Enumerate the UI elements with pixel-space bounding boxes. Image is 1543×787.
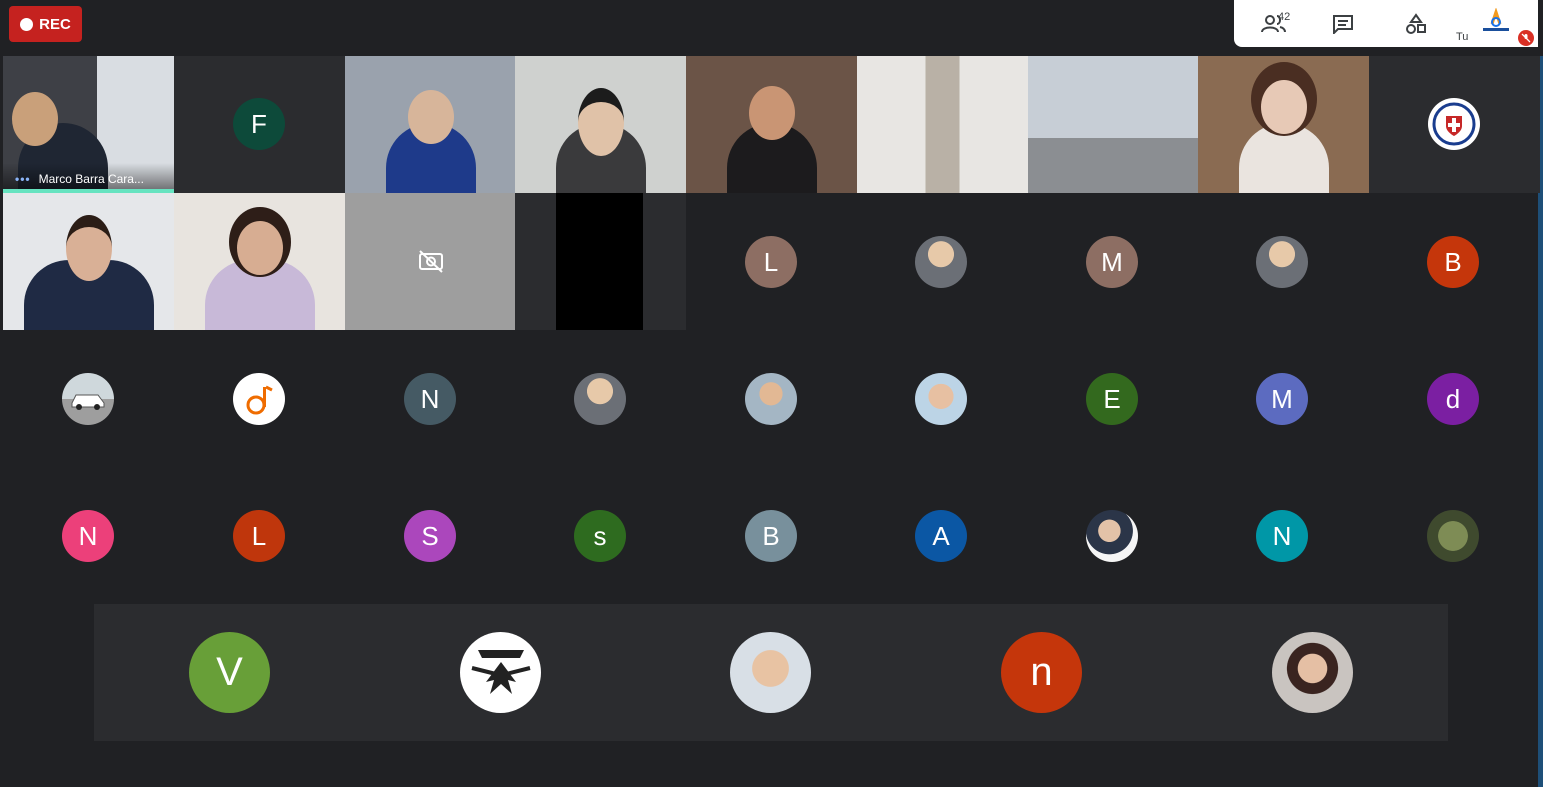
- participant-avatar-photo[interactable]: [62, 373, 114, 425]
- participant-face: [748, 86, 795, 140]
- participant-avatar[interactable]: A: [915, 510, 967, 562]
- recording-indicator[interactable]: REC: [9, 6, 82, 42]
- participant-avatar[interactable]: n: [1001, 632, 1082, 713]
- organization-logo-icon: [1483, 8, 1509, 31]
- video-tile[interactable]: [174, 193, 345, 330]
- record-dot-icon: [20, 17, 34, 31]
- car-icon: [71, 394, 105, 410]
- eagle-emblem-icon: [471, 649, 530, 694]
- participant-avatar: [1428, 98, 1480, 150]
- camera-off-tile[interactable]: [345, 193, 516, 330]
- avatar-initial: s: [593, 520, 607, 551]
- video-tile[interactable]: [857, 56, 1028, 193]
- avatar-initial: E: [1103, 383, 1121, 414]
- room-background: [1028, 56, 1199, 193]
- participant-avatar[interactable]: B: [745, 510, 797, 562]
- avatar-initial: B: [762, 520, 780, 551]
- music-note-logo-icon: [246, 385, 273, 415]
- black-video-feed: [556, 193, 643, 330]
- participant-avatar[interactable]: E: [1086, 373, 1138, 425]
- participant-avatar-photo[interactable]: [1427, 510, 1479, 562]
- participant-avatar-photo[interactable]: [915, 373, 967, 425]
- participant-avatar-photo[interactable]: [574, 373, 626, 425]
- avatar-initial: B: [1444, 246, 1462, 277]
- participant-avatar[interactable]: S: [404, 510, 456, 562]
- participant-avatar[interactable]: M: [1256, 373, 1308, 425]
- shapes-icon: [1406, 13, 1426, 34]
- participant-face: [236, 221, 283, 275]
- avatar-initial: S: [421, 520, 439, 551]
- speaking-dots-icon: •••: [15, 172, 31, 186]
- chat-button[interactable]: [1323, 10, 1363, 38]
- video-tile[interactable]: [515, 56, 686, 193]
- participant-avatar[interactable]: V: [189, 632, 270, 713]
- meeting-controls-panel: 42 Tu: [1234, 0, 1538, 47]
- video-tile-active-speaker[interactable]: ••• Marco Barra Cara...: [3, 56, 174, 193]
- recording-label: REC: [39, 15, 71, 33]
- participant-avatar[interactable]: d: [1427, 373, 1479, 425]
- participants-count: 42: [1278, 11, 1291, 23]
- chat-icon: [1333, 15, 1353, 34]
- avatar-initial: n: [1030, 650, 1053, 694]
- participant-tile[interactable]: F: [174, 56, 345, 193]
- camera-off-icon: [419, 250, 443, 273]
- participant-avatar[interactable]: L: [745, 236, 797, 288]
- participant-avatar-photo[interactable]: [1086, 510, 1138, 562]
- avatar-initial: M: [1101, 246, 1123, 277]
- video-tile[interactable]: [3, 193, 174, 330]
- avatar-initial: L: [763, 246, 779, 277]
- avatar-initial: d: [1445, 383, 1461, 414]
- participant-face: [577, 88, 624, 156]
- avatar-initial: A: [932, 520, 950, 551]
- activities-button[interactable]: [1396, 10, 1436, 38]
- participant-avatar-photo[interactable]: [730, 632, 811, 713]
- video-tile[interactable]: [1198, 56, 1369, 193]
- crest-logo-icon: [1432, 102, 1476, 146]
- video-tile[interactable]: [686, 56, 857, 193]
- participant-avatar-logo[interactable]: [460, 632, 541, 713]
- avatar-initial: V: [216, 650, 243, 694]
- participant-face: [1260, 80, 1307, 134]
- avatar-initial: N: [78, 520, 98, 551]
- avatar-initial: F: [251, 108, 267, 139]
- participant-tile[interactable]: [1369, 56, 1540, 193]
- avatar-initial: M: [1271, 383, 1293, 414]
- participant-avatar[interactable]: M: [1086, 236, 1138, 288]
- room-background: [857, 56, 1028, 193]
- participant-avatar: F: [233, 98, 285, 150]
- video-tile[interactable]: [1028, 56, 1199, 193]
- video-tile[interactable]: [345, 56, 516, 193]
- participant-avatar-photo[interactable]: [915, 236, 967, 288]
- participant-avatar[interactable]: N: [1256, 510, 1308, 562]
- avatar-initial: L: [251, 520, 267, 551]
- participant-avatar-photo[interactable]: [1256, 236, 1308, 288]
- participant-avatar[interactable]: N: [404, 373, 456, 425]
- participant-avatar[interactable]: L: [233, 510, 285, 562]
- participant-avatar-photo[interactable]: [745, 373, 797, 425]
- participant-face: [407, 90, 454, 144]
- participant-face: [12, 92, 58, 146]
- participant-name: Marco Barra Cara...: [38, 172, 144, 186]
- participant-avatar[interactable]: B: [1427, 236, 1479, 288]
- mic-off-icon: [1518, 30, 1534, 46]
- participant-avatar-logo[interactable]: [233, 373, 285, 425]
- avatar-initial: N: [1272, 520, 1292, 551]
- participant-avatar-photo[interactable]: [1272, 632, 1353, 713]
- self-avatar[interactable]: [1478, 6, 1514, 36]
- avatar-initial: N: [420, 383, 440, 414]
- participant-avatar[interactable]: s: [574, 510, 626, 562]
- self-label: Tu: [1456, 31, 1469, 43]
- participant-avatar[interactable]: N: [62, 510, 114, 562]
- participant-face: [65, 215, 112, 281]
